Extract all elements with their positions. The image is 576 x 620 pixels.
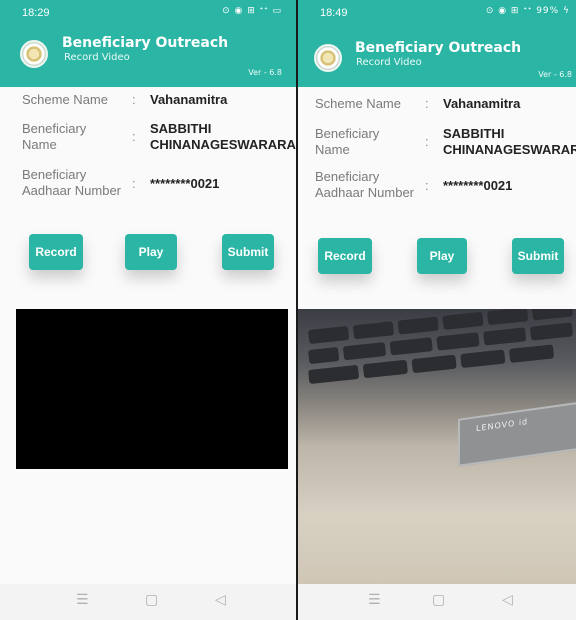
menu-icon[interactable]: ☰: [368, 592, 381, 608]
system-nav-bar: ☰ ▢ ◁: [0, 584, 296, 620]
record-button[interactable]: Record: [318, 238, 372, 274]
status-icons: ⊙ ◉ ⊞ ᐩᐩ 99% ϟ: [485, 6, 570, 16]
app-title: Beneficiary Outreach: [62, 35, 229, 51]
status-time: 18:29: [22, 7, 50, 19]
beneficiary-name-value-1: SABBITHI: [150, 121, 212, 136]
scheme-value: Vahanamitra: [443, 96, 521, 111]
aadhaar-value: ********0021: [443, 178, 513, 193]
app-subtitle: Record Video: [356, 57, 422, 68]
government-emblem-logo: [314, 44, 342, 72]
app-header: 18:29 ⊙ ◉ ⊞ ᐩᐩ ▭ Beneficiary Outreach Re…: [0, 0, 296, 87]
aadhaar-label: Beneficiary Aadhaar Number: [22, 167, 121, 198]
beneficiary-name-label: Beneficiary Name: [315, 126, 380, 157]
beneficiary-name-value-2: CHINANAGESWARARAO: [150, 137, 296, 152]
colon: :: [132, 176, 136, 191]
home-icon[interactable]: ▢: [432, 592, 445, 608]
play-button[interactable]: Play: [125, 234, 177, 270]
colon: :: [425, 96, 429, 111]
aadhaar-value: ********0021: [150, 176, 220, 191]
app-version: Ver - 6.8: [538, 70, 572, 79]
submit-button[interactable]: Submit: [512, 238, 564, 274]
beneficiary-name-value-2: CHINANAGESWARARAO: [443, 142, 576, 157]
colon: :: [425, 178, 429, 193]
status-time: 18:49: [320, 7, 348, 19]
back-icon[interactable]: ◁: [502, 592, 513, 608]
menu-icon[interactable]: ☰: [76, 592, 89, 608]
app-subtitle: Record Video: [64, 52, 130, 63]
app-version: Ver - 6.8: [248, 68, 282, 77]
scheme-value: Vahanamitra: [150, 92, 228, 107]
phone-screen-right: 18:49 ⊙ ◉ ⊞ ᐩᐩ 99% ϟ Beneficiary Outreac…: [298, 0, 576, 620]
beneficiary-name-value-1: SABBITHI: [443, 126, 505, 141]
record-button[interactable]: Record: [29, 234, 83, 270]
live-camera-preview[interactable]: LENOVO id: [298, 309, 576, 584]
laptop-brand-text: LENOVO id: [476, 416, 529, 434]
laptop-sticker: LENOVO id: [458, 399, 576, 467]
colon: :: [132, 92, 136, 107]
play-button[interactable]: Play: [417, 238, 467, 274]
app-header: 18:49 ⊙ ◉ ⊞ ᐩᐩ 99% ϟ Beneficiary Outreac…: [298, 0, 576, 87]
scheme-label: Scheme Name: [22, 92, 108, 107]
home-icon[interactable]: ▢: [145, 592, 158, 608]
phone-screen-left: 18:29 ⊙ ◉ ⊞ ᐩᐩ ▭ Beneficiary Outreach Re…: [0, 0, 296, 620]
status-icons: ⊙ ◉ ⊞ ᐩᐩ ▭: [222, 6, 282, 16]
video-preview[interactable]: [16, 309, 288, 469]
aadhaar-label: Beneficiary Aadhaar Number: [315, 169, 414, 200]
app-title: Beneficiary Outreach: [355, 40, 522, 56]
back-icon[interactable]: ◁: [215, 592, 226, 608]
colon: :: [425, 134, 429, 149]
colon: :: [132, 129, 136, 144]
submit-button[interactable]: Submit: [222, 234, 274, 270]
system-nav-bar: ☰ ▢ ◁: [298, 584, 576, 620]
beneficiary-name-label: Beneficiary Name: [22, 121, 87, 152]
government-emblem-logo: [20, 40, 48, 68]
scheme-label: Scheme Name: [315, 96, 401, 111]
